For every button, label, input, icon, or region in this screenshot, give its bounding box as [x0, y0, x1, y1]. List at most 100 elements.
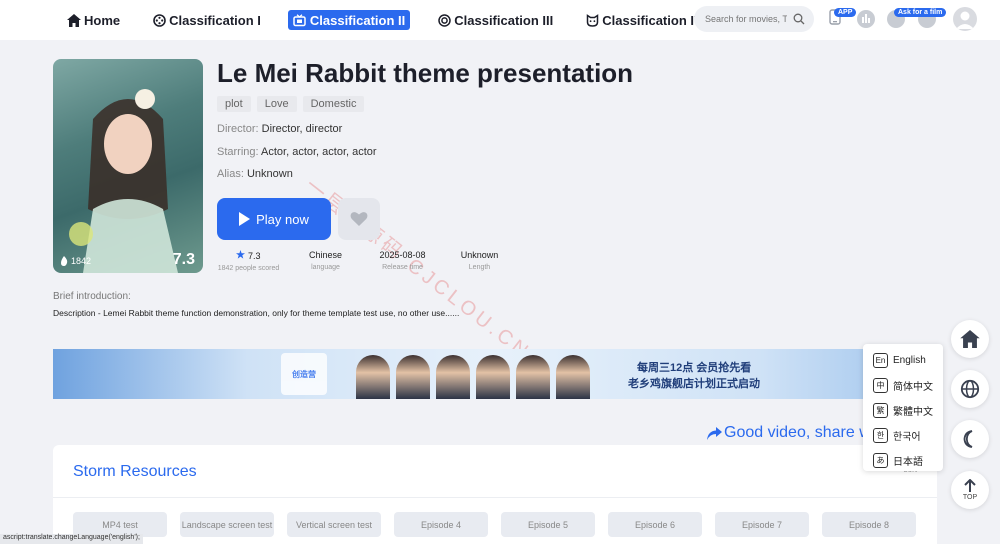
stat-length: Unknown Length	[448, 250, 511, 272]
language-option-simplified-chinese[interactable]: 中 简体中文	[863, 373, 943, 398]
film-reel-icon	[152, 13, 166, 27]
play-icon	[239, 212, 251, 226]
globe-icon	[960, 379, 980, 399]
fab-dark-mode-button[interactable]	[951, 420, 989, 458]
banner-person	[356, 355, 390, 399]
stat-language-value: Chinese	[308, 250, 343, 260]
starring-key: Starring:	[217, 146, 259, 158]
avatar[interactable]	[953, 7, 977, 31]
stat-length-label: Length	[468, 264, 491, 271]
alias-key: Alias:	[217, 168, 244, 180]
brief-text: Description - Lemei Rabbit theme functio…	[53, 308, 460, 318]
tag-love[interactable]: Love	[256, 96, 297, 112]
share-arrow-icon	[707, 426, 722, 440]
nav-classification-4-label: Classification IV	[602, 12, 703, 28]
banner-line-1: 每周三12点 会员抢先看	[637, 362, 752, 374]
target-icon	[437, 13, 451, 27]
language-icon: 繁	[873, 403, 888, 418]
ranking-button[interactable]	[857, 10, 875, 28]
top-label: TOP	[962, 494, 978, 501]
episode-button[interactable]: Episode 5	[501, 512, 595, 537]
tag-domestic[interactable]: Domestic	[302, 96, 365, 112]
nav-classification-1[interactable]: Classification I	[147, 10, 266, 30]
tag-plot[interactable]: plot	[217, 96, 251, 112]
home-icon	[960, 330, 980, 348]
user-icon	[956, 11, 974, 29]
language-icon: 한	[873, 428, 888, 443]
language-option-traditional-chinese[interactable]: 繁 繁體中文	[863, 398, 943, 423]
browser-status-bar: ascript:translate.changeLanguage('englis…	[0, 534, 143, 544]
promo-banner[interactable]: 创造营 每周三12点 会员抢先看 老乡鸡旗舰店计划正式启动	[53, 349, 937, 399]
episode-button[interactable]: Episode 4	[394, 512, 488, 537]
share-link[interactable]: Good video, share w	[707, 424, 871, 442]
language-menu: En English 中 简体中文 繁 繁體中文 한 한국어 あ 日本語	[863, 344, 943, 471]
cat-face-icon	[585, 13, 599, 27]
fab-home-button[interactable]	[951, 320, 989, 358]
nav-home[interactable]: Home	[62, 10, 125, 30]
episode-button[interactable]: Episode 6	[608, 512, 702, 537]
stat-score-value: 7.3	[248, 251, 261, 261]
search-input[interactable]	[705, 14, 787, 24]
episode-button[interactable]: Landscape screen test	[180, 512, 274, 537]
stat-length-value: Unknown	[460, 250, 499, 260]
arrow-up-icon	[964, 479, 976, 492]
fab-back-to-top-button[interactable]: TOP	[951, 471, 989, 509]
star-icon	[236, 250, 246, 259]
banner-person	[516, 355, 550, 399]
flame-icon	[61, 256, 68, 266]
play-now-button[interactable]: Play now	[217, 198, 331, 240]
language-option-japanese[interactable]: あ 日本語	[863, 448, 943, 473]
episode-button[interactable]: Vertical screen test	[287, 512, 381, 537]
resources-panel: Storm Resources sort MP4 test Landscape …	[53, 445, 937, 544]
banner-person	[396, 355, 430, 399]
alias-value: Unknown	[246, 168, 293, 180]
language-label: 简体中文	[893, 382, 933, 393]
moon-icon	[963, 430, 973, 448]
nav-classification-3[interactable]: Classification III	[432, 10, 558, 30]
views-value: 1842	[71, 256, 92, 266]
share-label: Good video, share w	[724, 424, 871, 441]
stat-language: Chinese language	[294, 250, 357, 272]
starring-value[interactable]: Actor, actor, actor, actor	[261, 146, 377, 158]
stat-score: 7.3 1842 people scored	[217, 250, 280, 272]
banner-logo: 创造营	[281, 353, 327, 395]
director-value[interactable]: Director, director	[262, 123, 343, 135]
main-nav: Home Classification I Classification II …	[62, 10, 730, 30]
stat-score-value-wrap: 7.3	[217, 250, 280, 261]
language-label: 한국어	[893, 432, 921, 443]
language-option-korean[interactable]: 한 한국어	[863, 423, 943, 448]
language-label: English	[893, 355, 926, 366]
episode-button[interactable]: Episode 7	[715, 512, 809, 537]
nav-classification-1-label: Classification I	[169, 12, 261, 28]
language-icon: En	[873, 353, 888, 368]
nav-classification-2[interactable]: Classification II	[287, 10, 411, 30]
nav-home-label: Home	[84, 12, 121, 28]
nav-classification-2-label: Classification II	[309, 12, 406, 28]
stat-release: 2025-08-08 Release time	[371, 250, 434, 272]
stat-release-value: 2025-08-08	[379, 250, 426, 260]
heart-icon	[350, 212, 368, 226]
view-count: 1842	[60, 256, 91, 266]
fab-language-button[interactable]	[951, 370, 989, 408]
divider	[53, 497, 937, 498]
language-icon: あ	[873, 453, 888, 468]
search-icon[interactable]	[793, 13, 805, 27]
favorite-button[interactable]	[338, 198, 380, 240]
language-icon: 中	[873, 378, 888, 393]
banner-person	[436, 355, 470, 399]
stat-language-label: language	[311, 264, 340, 271]
nav-classification-4[interactable]: Classification IV	[580, 10, 707, 30]
banner-person	[476, 355, 510, 399]
poster-image[interactable]: 1842 7.3	[53, 59, 203, 273]
play-label: Play now	[256, 211, 309, 227]
search-box[interactable]	[694, 6, 814, 32]
brief-label: Brief introduction:	[53, 291, 131, 302]
language-option-english[interactable]: En English	[863, 348, 943, 373]
banner-line-2: 老乡鸡旗舰店计划正式启动	[628, 378, 760, 390]
director-row: Director: Director, director	[217, 123, 342, 135]
episode-button[interactable]: Episode 8	[822, 512, 916, 537]
ask-film-badge: Ask for a film	[894, 8, 947, 17]
stat-score-label: 1842 people scored	[217, 265, 280, 272]
language-label: 日本語	[893, 457, 923, 468]
alias-row: Alias: Unknown	[217, 168, 293, 180]
